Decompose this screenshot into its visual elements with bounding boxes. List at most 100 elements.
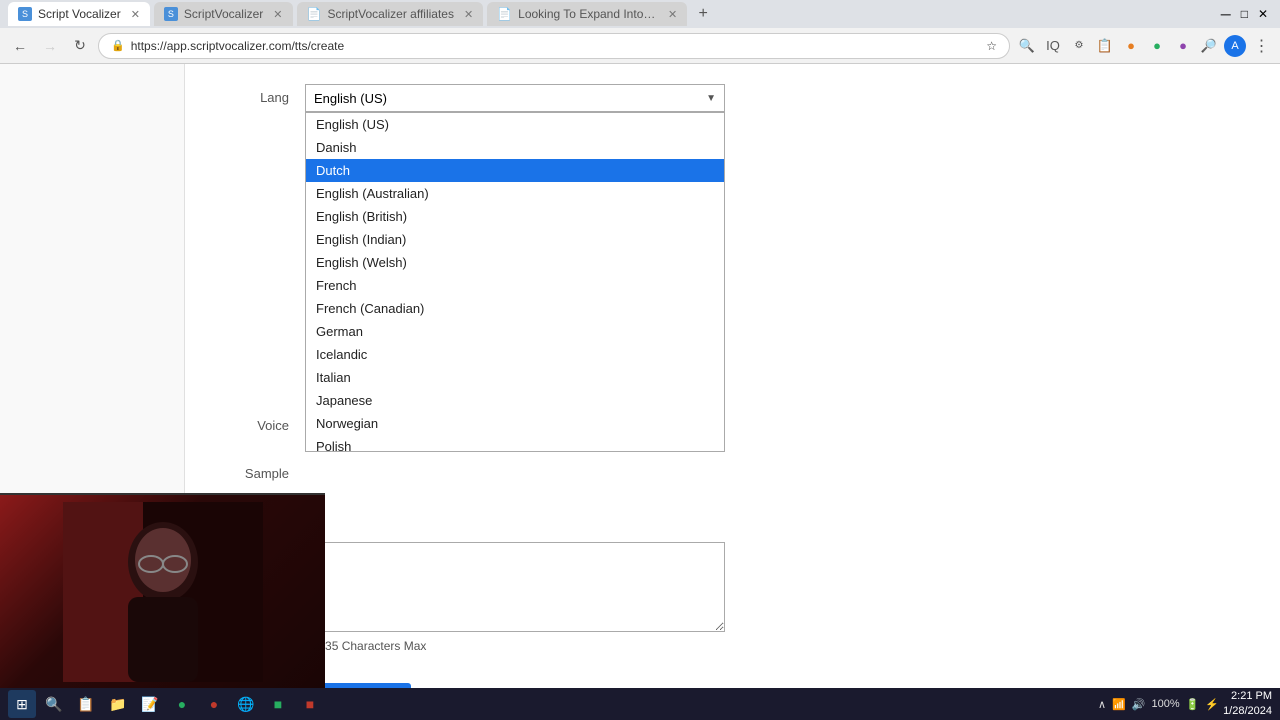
- text-input[interactable]: [305, 542, 725, 632]
- lang-dropdown-arrow: ▼: [706, 93, 716, 104]
- taskbar-browser[interactable]: 🌐: [232, 690, 260, 718]
- ext-icon-3[interactable]: ⚙: [1068, 35, 1090, 57]
- ext-icon-6[interactable]: ●: [1146, 35, 1168, 57]
- taskbar-app1[interactable]: ●: [168, 690, 196, 718]
- ext-icon-2[interactable]: IQ: [1042, 35, 1064, 57]
- storage-row: Storage: [225, 501, 1240, 522]
- battery-text: 100%: [1152, 698, 1180, 710]
- taskbar-app4[interactable]: ■: [296, 690, 324, 718]
- system-tray: ∧ 📶 🔊 100% 🔋 ⚡: [1098, 698, 1219, 711]
- dropdown-item-french-canadian[interactable]: French (Canadian): [306, 297, 724, 320]
- lang-label: Lang: [225, 84, 305, 105]
- app2-icon: ●: [210, 696, 218, 712]
- taskbar-app2[interactable]: ●: [200, 690, 228, 718]
- back-button[interactable]: ←: [8, 34, 32, 58]
- files-icon: 📁: [109, 696, 126, 713]
- browser-nav-bar: ← → ↻ 🔒 https://app.scriptvocalizer.com/…: [0, 28, 1280, 64]
- minimize-button[interactable]: ─: [1221, 6, 1231, 22]
- chevron-up-icon[interactable]: ∧: [1098, 698, 1106, 711]
- dropdown-item-danish[interactable]: Danish: [306, 136, 724, 159]
- tab-title-2: ScriptVocalizer: [184, 7, 263, 21]
- tab-looking-expand[interactable]: 📄 Looking To Expand Into Web Ma... ✕: [487, 2, 687, 26]
- ext-icon-5[interactable]: ●: [1120, 35, 1142, 57]
- tab-favicon-2: S: [164, 7, 178, 21]
- tab-favicon-1: S: [18, 7, 32, 21]
- taskbar-notes[interactable]: 📝: [136, 690, 164, 718]
- webcam-feed: [0, 495, 325, 688]
- sample-row: Sample: [225, 460, 1240, 481]
- taskbar-app3[interactable]: ■: [264, 690, 292, 718]
- network-icon: 📶: [1112, 698, 1126, 711]
- profile-icon[interactable]: A: [1224, 35, 1246, 57]
- dropdown-item-english-british[interactable]: English (British): [306, 205, 724, 228]
- taskview-icon: 📋: [77, 696, 94, 713]
- dropdown-item-german[interactable]: German: [306, 320, 724, 343]
- dropdown-item-norwegian[interactable]: Norwegian: [306, 412, 724, 435]
- menu-button[interactable]: ⋮: [1250, 35, 1272, 57]
- taskbar-search[interactable]: 🔍: [40, 690, 68, 718]
- ext-icon-8[interactable]: 🔎: [1198, 35, 1220, 57]
- tab-script-vocalizer-1[interactable]: S Script Vocalizer ✕: [8, 2, 150, 26]
- ext-icon-7[interactable]: ●: [1172, 35, 1194, 57]
- main-content: Lang English (US) ▼ English (US)DanishDu…: [185, 64, 1280, 688]
- speaker-icon: 🔊: [1132, 698, 1146, 711]
- dropdown-item-icelandic[interactable]: Icelandic: [306, 343, 724, 366]
- clock-date: 1/28/2024: [1223, 704, 1272, 719]
- tab-favicon-4: 📄: [497, 7, 512, 21]
- bookmark-icon[interactable]: ☆: [986, 39, 997, 53]
- search-taskbar-icon: 🔍: [45, 696, 62, 713]
- tab-close-4[interactable]: ✕: [668, 8, 677, 21]
- text-area-wrapper: 65535 Characters Max: [305, 542, 725, 653]
- dropdown-item-italian[interactable]: Italian: [306, 366, 724, 389]
- dropdown-item-english-us[interactable]: English (US): [306, 113, 724, 136]
- dropdown-item-french[interactable]: French: [306, 274, 724, 297]
- lang-selected-value: English (US): [314, 91, 387, 106]
- start-button[interactable]: ⊞: [8, 690, 36, 718]
- dropdown-item-english-indian[interactable]: English (Indian): [306, 228, 724, 251]
- extension-icons: 🔍 IQ ⚙ 📋 ● ● ● 🔎 A ⋮: [1016, 35, 1272, 57]
- browser-icon: 🌐: [237, 696, 254, 713]
- battery-icon: 🔋: [1186, 698, 1200, 711]
- clock-time: 2:21 PM: [1223, 689, 1272, 704]
- lang-row: Lang English (US) ▼ English (US)DanishDu…: [225, 84, 1240, 112]
- reload-button[interactable]: ↻: [68, 34, 92, 58]
- taskbar: ⊞ 🔍 📋 📁 📝 ● ● 🌐 ■ ■ ∧ 📶 🔊 100% 🔋 ⚡ 2:21 …: [0, 688, 1280, 720]
- notes-icon: 📝: [141, 696, 158, 713]
- lock-icon: 🔒: [111, 39, 125, 52]
- url-text: https://app.scriptvocalizer.com/tts/crea…: [131, 39, 344, 53]
- tab-script-vocalizer-2[interactable]: S ScriptVocalizer ✕: [154, 2, 293, 26]
- dropdown-item-english-australian[interactable]: English (Australian): [306, 182, 724, 205]
- sample-label: Sample: [225, 460, 305, 481]
- new-tab-button[interactable]: +: [691, 2, 715, 26]
- dropdown-item-japanese[interactable]: Japanese: [306, 389, 724, 412]
- tab-title-3: ScriptVocalizer affiliates: [327, 7, 454, 21]
- maximize-button[interactable]: □: [1241, 7, 1248, 21]
- app4-icon: ■: [306, 696, 314, 712]
- forward-button[interactable]: →: [38, 34, 62, 58]
- tab-close-3[interactable]: ✕: [464, 8, 473, 21]
- webcam-svg: [63, 502, 263, 682]
- language-dropdown[interactable]: English (US)DanishDutchEnglish (Australi…: [305, 112, 725, 452]
- char-limit-text: 65535 Characters Max: [305, 639, 725, 653]
- tab-favicon-3: 📄: [307, 7, 322, 21]
- dropdown-item-dutch[interactable]: Dutch: [306, 159, 724, 182]
- taskbar-files[interactable]: 📁: [104, 690, 132, 718]
- ext-icon-1[interactable]: 🔍: [1016, 35, 1038, 57]
- dropdown-item-english-welsh[interactable]: English (Welsh): [306, 251, 724, 274]
- taskbar-clock[interactable]: 2:21 PM 1/28/2024: [1223, 689, 1272, 720]
- tab-title-1: Script Vocalizer: [38, 7, 121, 21]
- lang-select-wrapper: English (US) ▼ English (US)DanishDutchEn…: [305, 84, 725, 112]
- ext-icon-4[interactable]: 📋: [1094, 35, 1116, 57]
- create-button-row: Create: [225, 673, 1240, 688]
- tab-scriptvocalizer-affiliates[interactable]: 📄 ScriptVocalizer affiliates ✕: [297, 2, 484, 26]
- app1-icon: ●: [178, 696, 186, 712]
- address-bar[interactable]: 🔒 https://app.scriptvocalizer.com/tts/cr…: [98, 33, 1010, 59]
- lang-select[interactable]: English (US) ▼: [305, 84, 725, 112]
- tab-close-2[interactable]: ✕: [273, 8, 282, 21]
- close-button[interactable]: ✕: [1258, 7, 1268, 21]
- text-row: Text 65535 Characters Max: [225, 542, 1240, 653]
- dropdown-item-polish[interactable]: Polish: [306, 435, 724, 452]
- power-icon: ⚡: [1205, 698, 1219, 711]
- tab-close-1[interactable]: ✕: [131, 8, 140, 21]
- taskbar-taskview[interactable]: 📋: [72, 690, 100, 718]
